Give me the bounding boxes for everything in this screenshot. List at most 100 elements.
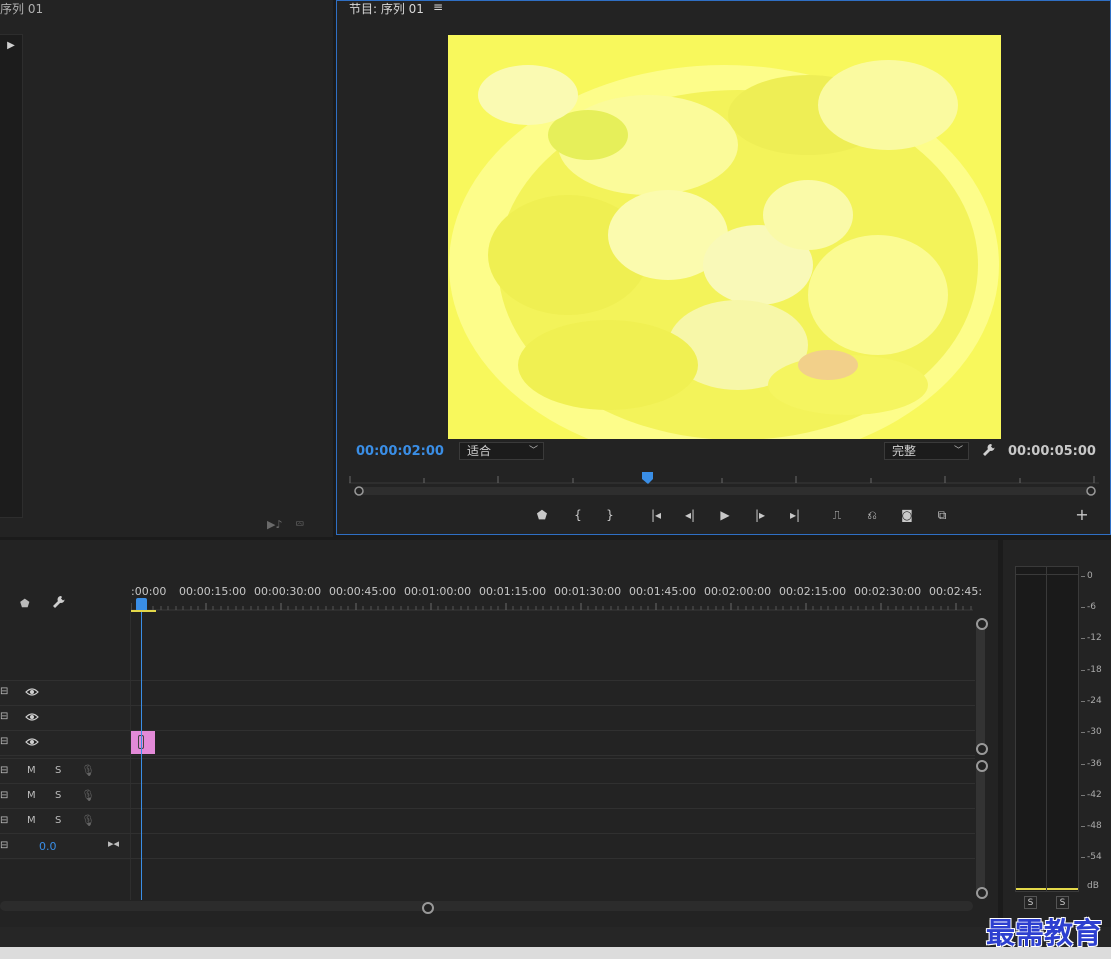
insert-icon[interactable]: ▶♪ <box>267 518 282 531</box>
timeline-ruler-ticks <box>131 603 973 611</box>
db-tick <box>1081 857 1085 858</box>
scrollbar-handle[interactable] <box>976 887 988 899</box>
scrollbar-handle[interactable] <box>976 618 988 630</box>
go-to-out-icon[interactable]: ▸| <box>785 507 805 523</box>
ruler-tick-label: 00:02:15:00 <box>779 585 847 598</box>
sync-lock-icon[interactable]: ⊟ <box>0 686 8 697</box>
timeline-horizontal-scrollbar[interactable] <box>0 901 973 911</box>
video-preview <box>448 35 1001 439</box>
solo-toggle[interactable]: S <box>55 815 61 826</box>
master-volume-value[interactable]: 0.0 <box>39 840 57 853</box>
current-timecode[interactable]: 00:00:02:00 <box>356 444 444 459</box>
master-track-icon: ⊟ <box>0 840 9 851</box>
track-header-divider <box>130 612 131 900</box>
program-time-ruler[interactable] <box>349 472 1099 484</box>
comparison-view-icon[interactable]: ⧉ <box>932 507 952 523</box>
db-tick <box>1081 701 1085 702</box>
export-icon[interactable]: ⮹ <box>295 517 305 532</box>
meter-solo-left-button[interactable]: S <box>1024 896 1037 909</box>
track-separator <box>0 783 975 784</box>
fit-select-value: 适合 <box>467 444 492 458</box>
play-icon[interactable]: ▶ <box>715 507 735 523</box>
timeline-playhead-line[interactable] <box>141 600 142 900</box>
source-monitor-panel <box>0 0 333 537</box>
status-strip <box>0 927 1111 947</box>
meter-solo-right-button[interactable]: S <box>1056 896 1069 909</box>
ruler-tick-label: 00:01:15:00 <box>479 585 547 598</box>
audio-meter <box>1015 566 1079 892</box>
sync-lock-icon[interactable]: ⊟ <box>0 736 8 747</box>
ruler-tick-label: 00:00:30:00 <box>254 585 322 598</box>
db-tick <box>1081 732 1085 733</box>
expand-arrow-icon[interactable]: ▶ <box>3 38 19 54</box>
video-tracks-scrollbar[interactable] <box>976 622 985 748</box>
microphone-icon[interactable]: 🎙 <box>81 764 95 777</box>
mute-toggle[interactable]: M <box>27 815 36 826</box>
audio-tracks-scrollbar[interactable] <box>976 765 985 892</box>
sync-lock-icon[interactable]: ⊟ <box>0 711 8 722</box>
db-tick <box>1081 764 1085 765</box>
watermark: 最需教育 <box>986 916 1103 950</box>
solo-toggle[interactable]: S <box>55 790 61 801</box>
hamburger-icon[interactable]: ≡ <box>433 0 443 14</box>
meter-peak-indicator <box>1015 574 1079 575</box>
duration-timecode: 00:00:05:00 <box>1008 444 1096 459</box>
db-label: -54 <box>1087 852 1102 862</box>
scrollbar-handle[interactable] <box>422 902 434 914</box>
sync-lock-icon[interactable]: ⊟ <box>0 790 8 801</box>
extract-icon[interactable]: ⎌ <box>862 507 882 523</box>
scrollbar-handle[interactable] <box>976 743 988 755</box>
microphone-icon[interactable]: 🎙 <box>81 789 95 802</box>
program-zoom-scrollbar[interactable] <box>354 486 1096 496</box>
add-marker-icon[interactable]: ⬟ <box>532 507 552 523</box>
fit-select[interactable]: 适合 ﹀ <box>459 442 544 460</box>
db-label: -6 <box>1087 602 1096 612</box>
program-monitor-title[interactable]: 节目: 序列 01 <box>349 0 424 17</box>
timeline-marker-icon[interactable]: ⬟ <box>20 597 30 610</box>
sync-lock-icon[interactable]: ⊟ <box>0 815 8 826</box>
track-separator <box>0 755 975 756</box>
track-separator <box>0 705 975 706</box>
track-separator <box>0 680 975 681</box>
scrollbar-handle[interactable] <box>976 760 988 772</box>
mark-out-icon[interactable]: } <box>600 507 620 523</box>
db-unit-label: dB <box>1087 881 1099 891</box>
playback-quality-select[interactable]: 完整 ﹀ <box>884 442 969 460</box>
mute-toggle[interactable]: M <box>27 765 36 776</box>
db-tick <box>1081 795 1085 796</box>
eye-icon[interactable] <box>25 687 39 697</box>
db-label: -24 <box>1087 696 1102 706</box>
eye-icon[interactable] <box>25 737 39 747</box>
timeline-wrench-icon[interactable] <box>52 595 66 609</box>
export-frame-icon[interactable]: ◙ <box>897 507 917 523</box>
go-to-end-icon[interactable]: ▸◂ <box>108 837 119 850</box>
db-label: -36 <box>1087 759 1102 769</box>
track-separator <box>0 808 975 809</box>
db-label: -30 <box>1087 727 1102 737</box>
program-playhead[interactable] <box>642 472 654 484</box>
step-back-icon[interactable]: ◂| <box>680 507 700 523</box>
lift-icon[interactable]: ⎍ <box>827 507 847 523</box>
source-monitor-title[interactable]: 序列 01 <box>0 0 43 17</box>
ruler-tick-label: 00:01:45:00 <box>629 585 697 598</box>
ruler-tick-label: 00:00:15:00 <box>179 585 247 598</box>
solo-toggle[interactable]: S <box>55 765 61 776</box>
go-to-in-icon[interactable]: |◂ <box>646 507 666 523</box>
mark-in-icon[interactable]: { <box>568 507 588 523</box>
microphone-icon[interactable]: 🎙 <box>81 814 95 827</box>
ruler-tick-label: 00:01:00:00 <box>404 585 472 598</box>
track-separator <box>0 833 975 834</box>
wrench-icon[interactable] <box>982 443 996 457</box>
add-button-icon[interactable]: + <box>1072 507 1092 523</box>
db-tick <box>1081 670 1085 671</box>
ruler-tick-label: 00:01:30:00 <box>554 585 622 598</box>
chevron-down-icon: ﹀ <box>528 446 538 456</box>
mute-toggle[interactable]: M <box>27 790 36 801</box>
meter-level-right <box>1047 888 1078 890</box>
source-monitor-viewport <box>0 34 23 518</box>
step-forward-icon[interactable]: |▸ <box>750 507 770 523</box>
sync-lock-icon[interactable]: ⊟ <box>0 765 8 776</box>
db-label: -12 <box>1087 633 1102 643</box>
eye-icon[interactable] <box>25 712 39 722</box>
timeline-playhead[interactable] <box>136 598 147 610</box>
